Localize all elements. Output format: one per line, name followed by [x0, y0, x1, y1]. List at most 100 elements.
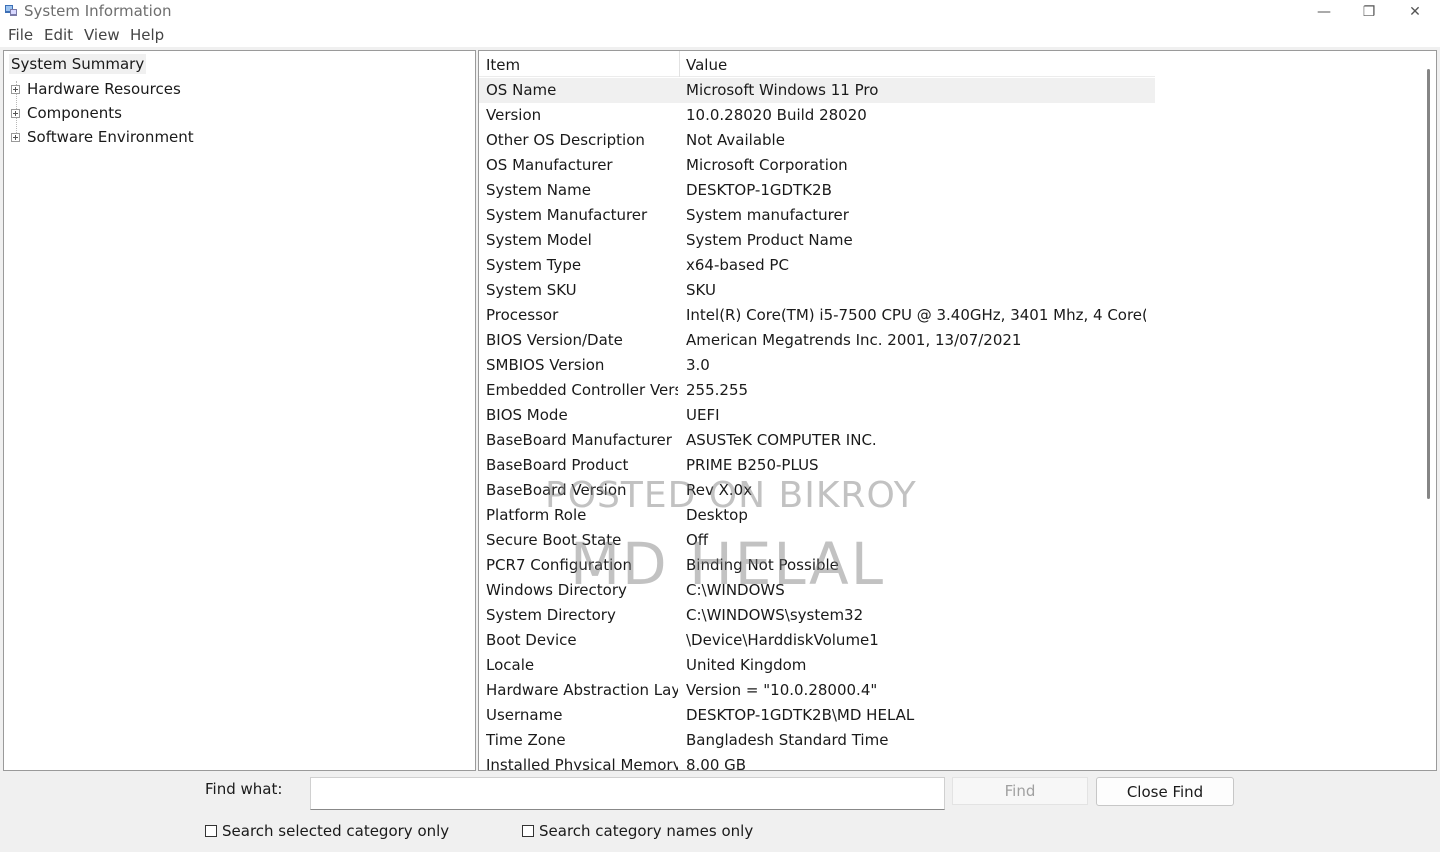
search-selected-category-option[interactable]: Search selected category only	[205, 822, 449, 840]
search-category-names-checkbox[interactable]	[522, 825, 534, 837]
category-tree[interactable]: System Summary Hardware Resources Compon…	[3, 50, 476, 771]
table-row[interactable]: System Name DESKTOP-1GDTK2B	[479, 178, 1155, 203]
table-row[interactable]: Version 10.0.28020 Build 28020	[479, 103, 1155, 128]
menu-view[interactable]: View	[84, 26, 120, 44]
row-item-cell: System Name	[486, 181, 591, 199]
row-value-cell: C:\WINDOWS\system32	[686, 606, 864, 624]
find-button[interactable]: Find	[952, 777, 1088, 805]
row-item-cell: Boot Device	[486, 631, 577, 649]
title-bar: System Information — ❐ ✕	[0, 0, 1440, 23]
table-row[interactable]: System Manufacturer System manufacturer	[479, 203, 1155, 228]
row-value-cell: \Device\HarddiskVolume1	[686, 631, 879, 649]
minimize-button[interactable]: —	[1301, 0, 1347, 23]
find-what-input[interactable]	[310, 777, 945, 810]
row-item-cell: Username	[486, 706, 563, 724]
row-value-cell: UEFI	[686, 406, 720, 424]
vertical-scrollbar[interactable]	[1419, 51, 1436, 770]
tree-item-label: Software Environment	[27, 128, 194, 146]
menu-help[interactable]: Help	[130, 26, 164, 44]
row-item-cell: Other OS Description	[486, 131, 645, 149]
row-item-cell: BIOS Mode	[486, 406, 568, 424]
row-item-cell: Installed Physical Memory ...	[486, 756, 678, 771]
row-value-cell: American Megatrends Inc. 2001, 13/07/202…	[686, 331, 1022, 349]
column-header-value[interactable]: Value	[686, 56, 727, 74]
row-value-cell: 255.255	[686, 381, 749, 399]
close-button[interactable]: ✕	[1392, 0, 1438, 23]
list-rows: OS Name Microsoft Windows 11 Pro Version 10…	[479, 78, 1419, 771]
menu-edit[interactable]: Edit	[44, 26, 73, 44]
table-row[interactable]: Processor Intel(R) Core(TM) i5-7500 CPU @…	[479, 303, 1155, 328]
table-row[interactable]: Other OS Description Not Available	[479, 128, 1155, 153]
expand-icon[interactable]	[11, 84, 20, 94]
details-list[interactable]: Item Value OS Name Microsoft Windows 11 P…	[478, 50, 1437, 771]
expand-icon[interactable]	[11, 108, 20, 118]
row-value-cell: DESKTOP-1GDTK2B	[686, 181, 832, 199]
row-item-cell: BIOS Version/Date	[486, 331, 623, 349]
row-value-cell: Intel(R) Core(TM) i5-7500 CPU @ 3.40GHz,…	[686, 306, 1146, 324]
table-row[interactable]: System Model System Product Name	[479, 228, 1155, 253]
row-item-cell: System Type	[486, 256, 582, 274]
table-row[interactable]: OS Manufacturer Microsoft Corporation	[479, 153, 1155, 178]
table-row[interactable]: SMBIOS Version 3.0	[479, 353, 1155, 378]
table-row[interactable]: Username DESKTOP-1GDTK2B\MD HELAL	[479, 703, 1155, 728]
row-item-cell: OS Manufacturer	[486, 156, 613, 174]
row-value-cell: DESKTOP-1GDTK2B\MD HELAL	[686, 706, 915, 724]
row-value-cell: ASUSTeK COMPUTER INC.	[686, 431, 877, 449]
row-item-cell: Processor	[486, 306, 559, 324]
row-value-cell: Bangladesh Standard Time	[686, 731, 889, 749]
table-row[interactable]: BIOS Mode UEFI	[479, 403, 1155, 428]
row-value-cell: Version = "10.0.28000.4"	[686, 681, 878, 699]
watermark-name: MD HELAL	[570, 530, 886, 598]
tree-item-label: Components	[27, 104, 122, 122]
table-row[interactable]: Installed Physical Memory ... 8.00 GB	[479, 753, 1155, 771]
scrollbar-thumb[interactable]	[1427, 69, 1430, 499]
column-header-item[interactable]: Item	[486, 56, 520, 74]
table-row[interactable]: System Type x64-based PC	[479, 253, 1155, 278]
tree-item-components[interactable]: Components	[11, 103, 122, 123]
search-selected-category-label: Search selected category only	[222, 822, 450, 840]
row-value-cell: Not Available	[686, 131, 785, 149]
table-row[interactable]: Embedded Controller Vers... 255.255	[479, 378, 1155, 403]
menu-bar: File Edit View Help	[0, 23, 1440, 47]
table-row[interactable]: Locale United Kingdom	[479, 653, 1155, 678]
tree-item-hardware-resources[interactable]: Hardware Resources	[11, 79, 181, 99]
expand-icon[interactable]	[11, 132, 20, 142]
table-row[interactable]: Hardware Abstraction Lay... Version = "10…	[479, 678, 1155, 703]
row-item-cell: SMBIOS Version	[486, 356, 605, 374]
table-row[interactable]: BaseBoard Manufacturer ASUSTeK COMPUTER I…	[479, 428, 1155, 453]
table-row[interactable]: System Directory C:\WINDOWS\system32	[479, 603, 1155, 628]
close-find-button[interactable]: Close Find	[1096, 777, 1234, 806]
window-title: System Information	[24, 2, 172, 20]
table-row[interactable]: Boot Device \Device\HarddiskVolume1	[479, 628, 1155, 653]
row-item-cell: Embedded Controller Vers...	[486, 381, 678, 399]
row-value-cell: United Kingdom	[686, 656, 807, 674]
row-item-cell: Time Zone	[486, 731, 566, 749]
tree-item-system-summary[interactable]: System Summary	[9, 54, 147, 74]
watermark-posted-on: POSTED ON BIKROY	[545, 475, 917, 516]
column-divider[interactable]	[679, 51, 680, 77]
row-item-cell: System SKU	[486, 281, 577, 299]
search-category-names-option[interactable]: Search category names only	[522, 822, 753, 840]
search-selected-category-checkbox[interactable]	[205, 825, 217, 837]
row-value-cell: Microsoft Corporation	[686, 156, 848, 174]
table-row[interactable]: System SKU SKU	[479, 278, 1155, 303]
row-value-cell: 3.0	[686, 356, 710, 374]
row-item-cell: Version	[486, 106, 542, 124]
search-category-names-label: Search category names only	[539, 822, 754, 840]
row-item-cell: BaseBoard Manufacturer	[486, 431, 672, 449]
list-header: Item Value	[479, 51, 1155, 77]
menu-file[interactable]: File	[8, 26, 33, 44]
table-row[interactable]: OS Name Microsoft Windows 11 Pro	[479, 78, 1155, 103]
row-item-cell: System Directory	[486, 606, 616, 624]
tree-item-label: Hardware Resources	[27, 80, 181, 98]
row-value-cell: 8.00 GB	[686, 756, 747, 771]
restore-button[interactable]: ❐	[1346, 0, 1392, 23]
system-information-app-icon	[5, 5, 17, 16]
row-value-cell: SKU	[686, 281, 716, 299]
row-item-cell: BaseBoard Product	[486, 456, 629, 474]
row-value-cell: PRIME B250-PLUS	[686, 456, 819, 474]
find-what-label: Find what:	[205, 780, 283, 798]
table-row[interactable]: Time Zone Bangladesh Standard Time	[479, 728, 1155, 753]
table-row[interactable]: BIOS Version/Date American Megatrends Inc…	[479, 328, 1155, 353]
tree-item-software-environment[interactable]: Software Environment	[11, 127, 194, 147]
